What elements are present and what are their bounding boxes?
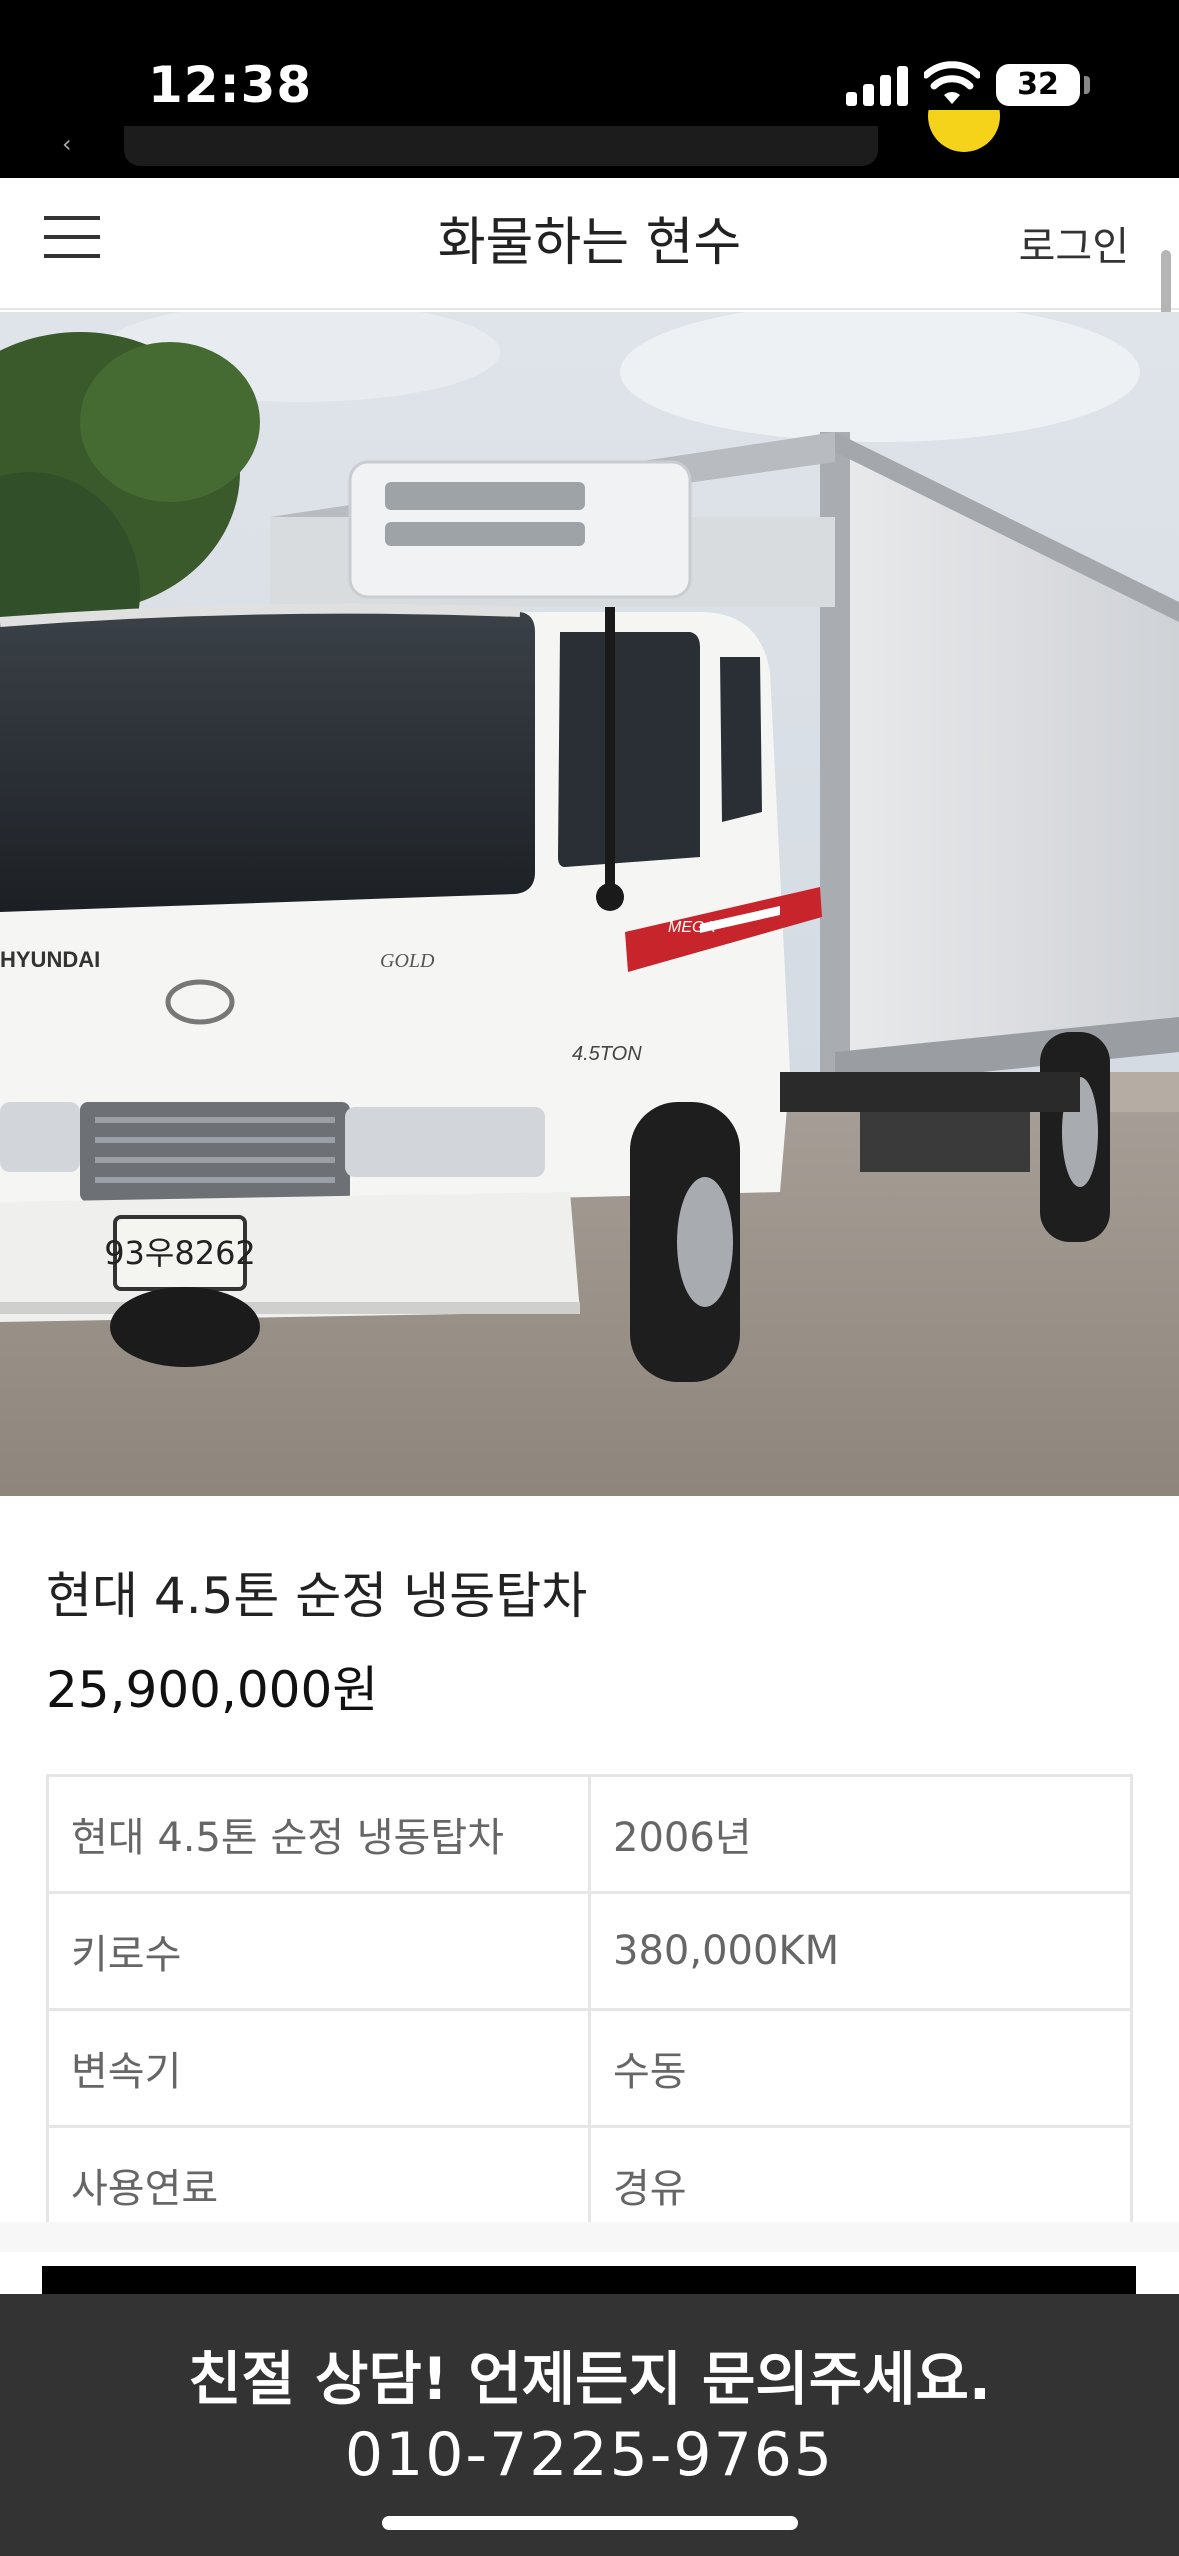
license-plate-text: 93우8262 — [104, 1234, 256, 1272]
product-title: 현대 4.5톤 순정 냉동탑차 — [46, 1567, 588, 1625]
status-bar: 12:38 32 ‹ — [0, 0, 1179, 178]
back-icon[interactable]: ‹ — [62, 130, 72, 158]
battery-level: 32 — [1017, 67, 1059, 102]
contact-message: 친절 상담! 언제든지 문의주세요. — [188, 2345, 991, 2413]
table-row: 변속기 수동 — [46, 2008, 1133, 2128]
cellular-signal-icon — [846, 64, 908, 106]
wifi-icon — [924, 61, 980, 104]
spec-value: 수동 — [588, 2008, 1133, 2128]
hero-stripe-text: MEGA — [668, 919, 715, 936]
profile-avatar-icon[interactable] — [928, 110, 1000, 154]
section-divider — [0, 2222, 1179, 2252]
spec-key: 변속기 — [46, 2008, 591, 2128]
hero-model-text: GOLD — [380, 950, 435, 972]
spec-value: 380,000KM — [588, 1891, 1133, 2011]
product-image[interactable]: HYUNDAI GOLD MEGA 4.5TON 93우8262 — [0, 312, 1179, 1496]
site-title[interactable]: 화물하는 현수 — [0, 200, 1179, 275]
battery-cap — [1084, 76, 1090, 94]
status-time: 12:38 — [148, 56, 313, 114]
spec-key: 키로수 — [46, 1891, 591, 2011]
table-row: 현대 4.5톤 순정 냉동탑차 2006년 — [46, 1774, 1133, 1894]
url-bar[interactable] — [124, 126, 878, 166]
spec-key: 현대 4.5톤 순정 냉동탑차 — [46, 1774, 591, 1894]
contact-banner[interactable]: 친절 상담! 언제든지 문의주세요. 010-7225-9765 — [0, 2294, 1179, 2556]
login-link[interactable]: 로그인 — [1019, 214, 1129, 272]
product-price: 25,900,000원 — [46, 1661, 379, 1719]
spec-value: 2006년 — [588, 1774, 1133, 1894]
site-header: 화물하는 현수 로그인 — [0, 178, 1179, 310]
home-indicator[interactable] — [382, 2516, 798, 2530]
hero-tonnage-text: 4.5TON — [572, 1043, 642, 1065]
hero-brand-text: HYUNDAI — [0, 947, 100, 972]
battery-icon: 32 — [996, 64, 1080, 106]
spec-table: 현대 4.5톤 순정 냉동탑차 2006년 키로수 380,000KM 변속기 … — [46, 1774, 1133, 2245]
table-row: 키로수 380,000KM — [46, 1891, 1133, 2011]
contact-phone-link[interactable]: 010-7225-9765 — [0, 2420, 1179, 2490]
